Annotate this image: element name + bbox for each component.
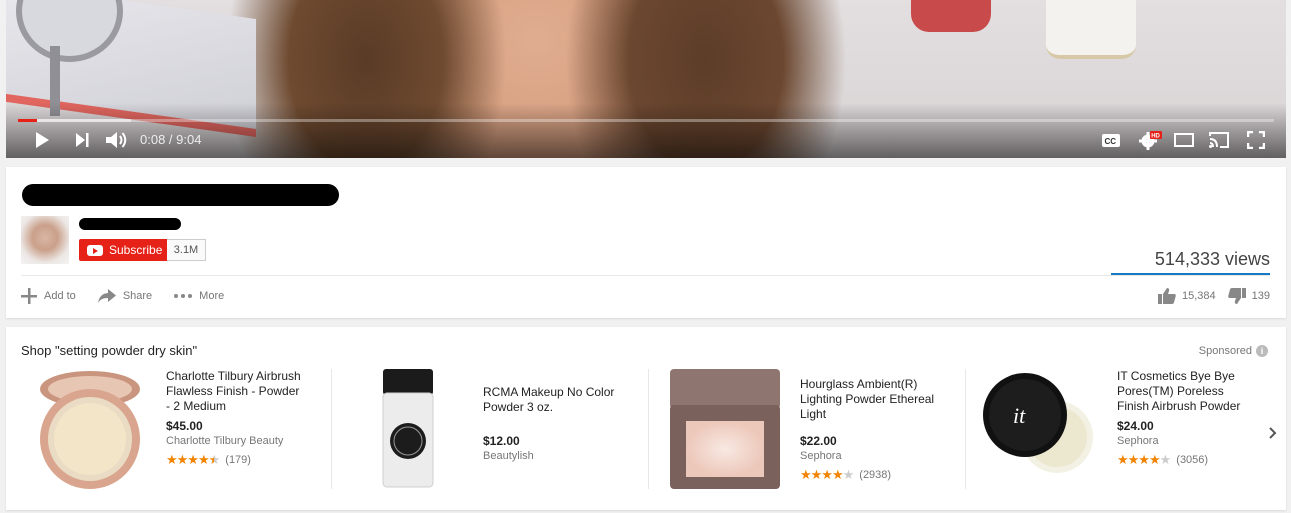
review-count: (2938) <box>859 469 892 481</box>
product-seller: Beautylish <box>483 450 534 462</box>
plus-icon <box>21 288 37 304</box>
subscriber-count: 3.1M <box>167 239 206 261</box>
more-button[interactable]: More <box>174 290 224 302</box>
add-to-button[interactable]: Add to <box>21 288 76 304</box>
volume-icon <box>106 132 127 148</box>
product-price: $12.00 <box>483 434 520 448</box>
current-time: 0:08 <box>140 132 166 147</box>
shopping-card: Shop "setting powder dry skin" Sponsored… <box>6 327 1286 510</box>
product-image[interactable] <box>32 369 150 489</box>
player-controls: 0:08 / 9:04 CC HD <box>6 126 1286 154</box>
review-count: (3056) <box>1176 454 1209 466</box>
product-seller: Sephora <box>1117 435 1159 447</box>
svg-text:it: it <box>1013 403 1026 428</box>
subscribe-button[interactable]: Subscribe <box>79 239 167 261</box>
theater-mode-icon <box>1174 133 1194 147</box>
progress-bar[interactable] <box>18 119 1274 122</box>
captions-button[interactable]: CC <box>1099 126 1123 154</box>
product-card[interactable]: Charlotte Tilbury Airbrush Flawless Fini… <box>24 369 324 489</box>
product-price: $45.00 <box>166 419 203 433</box>
like-dislike-group: 15,384 139 <box>1146 286 1270 306</box>
video-frame-mug <box>1046 0 1136 59</box>
product-rating: ★★★★★ (3056) <box>1117 452 1255 468</box>
thumbs-down-icon <box>1227 288 1246 304</box>
chevron-right-icon <box>1269 427 1277 439</box>
theater-mode-button[interactable] <box>1172 126 1196 154</box>
video-info-card: Subscribe 3.1M 514,333 views Add to Shar… <box>6 167 1286 318</box>
play-icon <box>36 132 49 148</box>
star-rating-icon: ★★★★★ <box>166 452 220 467</box>
like-button[interactable]: 15,384 <box>1157 288 1216 304</box>
product-seller: Sephora <box>800 450 842 462</box>
dislike-button[interactable]: 139 <box>1227 288 1270 304</box>
more-dots-icon <box>174 294 193 298</box>
product-divider <box>331 369 332 489</box>
progress-played <box>18 119 37 122</box>
product-title[interactable]: Charlotte Tilbury Airbrush Flawless Fini… <box>166 369 304 414</box>
review-count: (179) <box>225 454 251 466</box>
product-image[interactable] <box>349 369 467 489</box>
product-title[interactable]: IT Cosmetics Bye Bye Pores(TM) Poreless … <box>1117 369 1255 414</box>
share-button[interactable]: Share <box>97 289 152 303</box>
next-button[interactable] <box>70 126 94 154</box>
share-icon <box>97 289 116 303</box>
svg-text:CC: CC <box>1105 137 1117 146</box>
channel-avatar[interactable] <box>21 216 69 264</box>
highlighter-compact-image <box>670 369 780 489</box>
product-rating: ★★★★★ (179) <box>166 452 304 468</box>
product-card[interactable]: Hourglass Ambient(R) Lighting Powder Eth… <box>658 369 958 489</box>
product-card[interactable]: RCMA Makeup No Color Powder 3 oz. $12.00… <box>341 369 641 489</box>
product-price: $22.00 <box>800 434 837 448</box>
product-seller: Charlotte Tilbury Beauty <box>166 435 284 447</box>
time-display: 0:08 / 9:04 <box>140 132 202 147</box>
product-title[interactable]: Hourglass Ambient(R) Lighting Powder Eth… <box>800 377 938 422</box>
gear-icon: HD <box>1139 131 1162 150</box>
video-player[interactable]: 0:08 / 9:04 CC HD <box>6 0 1286 158</box>
product-divider <box>648 369 649 489</box>
video-frame-jar <box>911 0 991 32</box>
product-card[interactable]: it IT Cosmetics Bye Bye Pores(TM) Porele… <box>975 369 1275 489</box>
youtube-logo-icon <box>87 244 103 256</box>
volume-button[interactable] <box>104 126 130 154</box>
powder-jar-image <box>382 369 434 488</box>
cast-button[interactable] <box>1206 126 1232 154</box>
star-rating-icon: ★★★★★ <box>1117 452 1171 467</box>
product-image[interactable] <box>666 369 784 489</box>
closed-captions-icon: CC <box>1102 133 1120 147</box>
info-icon: i <box>1256 345 1268 357</box>
cast-icon <box>1209 132 1229 148</box>
settings-button[interactable]: HD <box>1136 126 1164 154</box>
video-title-redacted <box>22 184 339 206</box>
action-bar: Add to Share More <box>21 286 246 306</box>
duration: 9:04 <box>176 132 202 147</box>
carousel-next-button[interactable] <box>1266 423 1280 443</box>
view-count: 514,333 views <box>1154 249 1270 269</box>
product-image[interactable]: it <box>983 369 1101 489</box>
channel-name-redacted[interactable] <box>79 218 181 230</box>
divider <box>21 275 1270 276</box>
compact-powder-image <box>40 371 140 489</box>
product-title[interactable]: RCMA Makeup No Color Powder 3 oz. <box>483 385 621 415</box>
like-count: 15,384 <box>1181 290 1216 302</box>
shopping-title: Shop "setting powder dry skin" <box>21 343 198 358</box>
dislike-count: 139 <box>1251 290 1270 302</box>
hd-badge: HD <box>1151 134 1160 140</box>
fullscreen-button[interactable] <box>1244 126 1268 154</box>
play-button[interactable] <box>30 126 54 154</box>
loose-powder-image: it <box>983 373 1093 473</box>
product-rating: ★★★★★ (2938) <box>800 467 938 483</box>
product-divider <box>965 369 966 489</box>
fullscreen-icon <box>1247 131 1265 149</box>
star-rating-icon: ★★★★★ <box>800 467 854 482</box>
skip-next-icon <box>76 133 89 147</box>
sponsored-label[interactable]: Sponsored i <box>1199 345 1268 357</box>
subscribe-label: Subscribe <box>109 243 163 257</box>
product-price: $24.00 <box>1117 419 1154 433</box>
thumbs-up-icon <box>1157 288 1176 304</box>
